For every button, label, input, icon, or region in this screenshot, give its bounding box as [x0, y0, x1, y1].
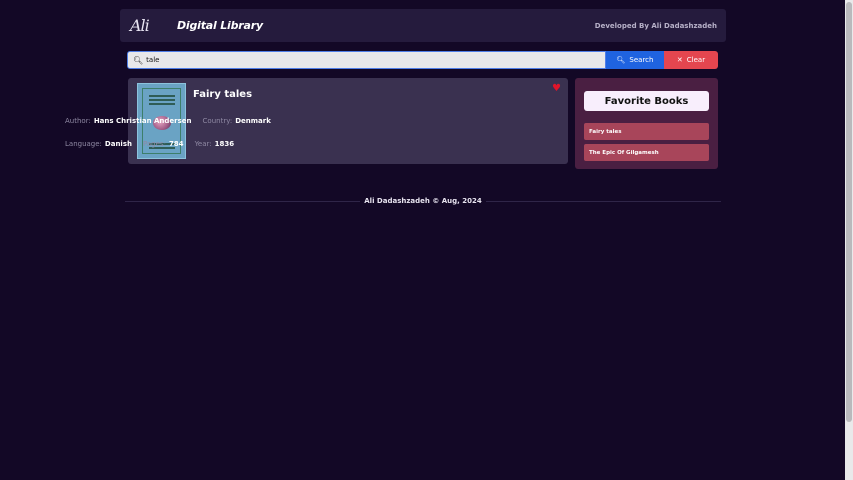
scrollbar[interactable] [845, 0, 853, 480]
favorites-panel: Favorite Books Fairy tales The Epic Of G… [575, 78, 718, 169]
app-header: Ali Digital Library Developed By Ali Dad… [120, 9, 726, 42]
footer-text: Ali Dadashzadeh © Aug, 2024 [364, 197, 482, 205]
author-label: Author: [65, 117, 91, 125]
search-icon: 🔍︎ [616, 56, 626, 64]
brand[interactable]: Ali Digital Library [130, 16, 263, 35]
language-value: Danish [104, 140, 132, 148]
country-value: Denmark [235, 117, 271, 125]
book-meta-row-2: Language: Danish Pages: 784 Year: 1836 [65, 140, 245, 148]
favorite-item[interactable]: Fairy tales [584, 123, 709, 140]
pages-field: Pages: 784 [143, 140, 184, 148]
heart-icon[interactable]: ♥ [552, 83, 561, 94]
clear-button[interactable]: ✕ Clear [664, 51, 718, 69]
search-button[interactable]: 🔍︎ Search [606, 51, 664, 69]
favorite-item[interactable]: The Epic Of Gilgamesh [584, 144, 709, 161]
footer-divider [125, 200, 361, 202]
clear-button-label: Clear [686, 56, 706, 64]
language-field: Language: Danish [65, 140, 132, 148]
search-button-label: Search [629, 56, 654, 64]
pages-value: 784 [168, 140, 184, 148]
search-bar: 🔍︎ 🔍︎ Search ✕ Clear [127, 51, 718, 69]
country-field: Country: Denmark [203, 117, 271, 125]
year-value: 1836 [214, 140, 235, 148]
country-label: Country: [202, 117, 233, 125]
year-label: Year: [194, 140, 212, 148]
search-field[interactable]: 🔍︎ [127, 51, 606, 69]
scrollbar-thumb[interactable] [846, 2, 852, 422]
footer: Ali Dadashzadeh © Aug, 2024 [125, 196, 722, 206]
pages-label: Pages: [142, 140, 166, 148]
developer-credit: Developed By Ali Dadashzadeh [594, 21, 717, 30]
search-icon: 🔍︎ [133, 55, 144, 65]
close-icon: ✕ [676, 56, 683, 64]
year-field: Year: 1836 [195, 140, 235, 148]
author-value: Hans Christian Andersen [93, 117, 192, 125]
footer-divider [485, 200, 722, 202]
book-meta-row-1: Author: Hans Christian Andersen Country:… [65, 117, 282, 125]
author-field: Author: Hans Christian Andersen [65, 117, 192, 125]
app-title: Digital Library [177, 19, 263, 32]
search-input[interactable] [146, 56, 571, 64]
book-title: Fairy tales [193, 89, 253, 100]
favorites-title: Favorite Books [584, 91, 709, 111]
language-label: Language: [65, 140, 102, 148]
logo: Ali [130, 16, 150, 35]
